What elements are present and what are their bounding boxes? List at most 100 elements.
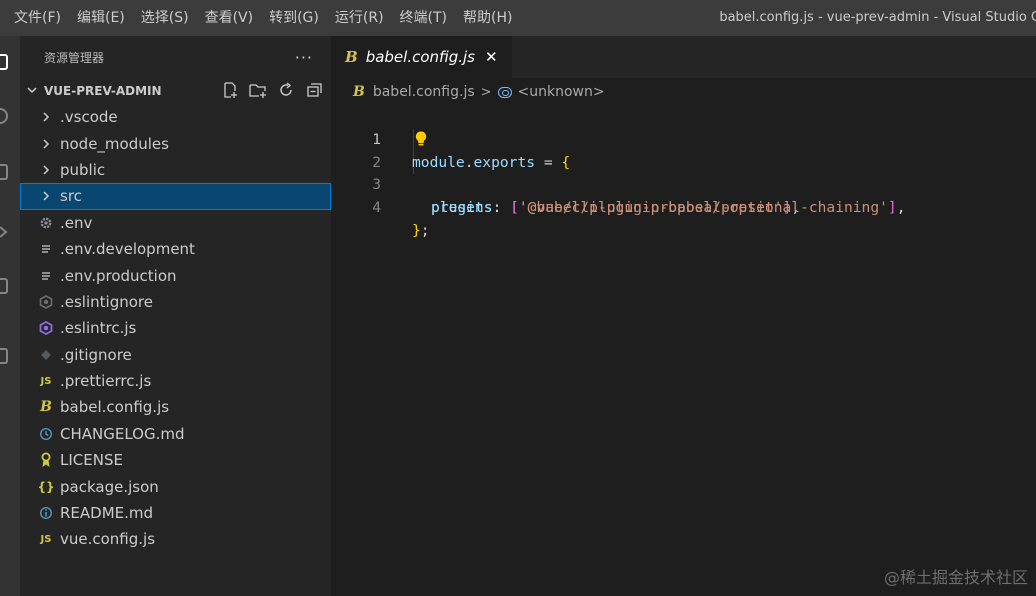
chevron-down-icon bbox=[24, 84, 40, 99]
tree-item-node-modules[interactable]: node_modules bbox=[20, 130, 331, 156]
menu-bar: 文件(F) 编辑(E) 选择(S) 查看(V) 转到(G) 运行(R) 终端(T… bbox=[0, 0, 1036, 36]
babel-icon: B bbox=[40, 399, 52, 416]
info-icon bbox=[38, 505, 54, 521]
license-icon bbox=[38, 452, 54, 468]
project-name: VUE-PREV-ADMIN bbox=[44, 84, 162, 98]
breadcrumb: B babel.config.js > <unknown> bbox=[331, 78, 1036, 106]
tree-item-readme[interactable]: README.md bbox=[20, 500, 331, 526]
token-property: plugins bbox=[431, 199, 493, 217]
breadcrumb-file[interactable]: babel.config.js bbox=[373, 84, 475, 100]
token-punctuation: : bbox=[492, 199, 511, 217]
tree-item-public[interactable]: public bbox=[20, 157, 331, 183]
tree-item-label: .eslintignore bbox=[60, 292, 153, 311]
token-bracket: ] bbox=[887, 199, 897, 217]
activity-bar bbox=[0, 36, 20, 596]
lines-icon bbox=[38, 241, 54, 257]
gear-icon bbox=[38, 215, 54, 231]
menu-view[interactable]: 查看(V) bbox=[197, 0, 262, 36]
refresh-icon[interactable] bbox=[277, 81, 295, 99]
tree-item-package-json[interactable]: {} package.json bbox=[20, 473, 331, 499]
code-line-1: 1 module.exports = { bbox=[331, 106, 1036, 171]
babel-icon: B bbox=[353, 84, 365, 100]
tree-item-label: LICENSE bbox=[60, 451, 123, 470]
tree-item-gitignore[interactable]: .gitignore bbox=[20, 342, 331, 368]
menu-go[interactable]: 转到(G) bbox=[261, 0, 327, 36]
breadcrumb-symbol[interactable]: <unknown> bbox=[518, 84, 605, 100]
editor-area: B babel.config.js ✕ B babel.config.js > … bbox=[331, 36, 1036, 596]
tab-label: babel.config.js bbox=[365, 48, 475, 66]
tab-babel-config[interactable]: B babel.config.js ✕ bbox=[331, 36, 512, 78]
tree-item-vue-config[interactable]: JS vue.config.js bbox=[20, 526, 331, 552]
token-bracket: [ bbox=[510, 199, 519, 217]
token-punctuation: , bbox=[896, 199, 906, 217]
watermark: @稀土掘金技术社区 bbox=[883, 568, 1028, 587]
extensions-icon[interactable] bbox=[0, 278, 8, 294]
tab-bar: B babel.config.js ✕ bbox=[331, 36, 1036, 78]
tree-item-label: package.json bbox=[60, 477, 159, 496]
tree-item-label: node_modules bbox=[60, 134, 169, 153]
window-title: babel.config.js - vue-prev-admin - Visua… bbox=[719, 10, 1036, 25]
code-editor[interactable]: 1 module.exports = { 2 presets: ['@vue/c… bbox=[331, 106, 1036, 239]
lines-icon bbox=[38, 268, 54, 284]
line-content: plugins: ['@babel/plugin-proposal-option… bbox=[431, 197, 906, 220]
code-line-2: 2 presets: ['@vue/cli-plugin-babel/prese… bbox=[331, 129, 1036, 216]
tree-item-label: .env.development bbox=[60, 240, 195, 259]
tree-item-src[interactable]: src bbox=[20, 183, 331, 210]
tree-item-label: CHANGELOG.md bbox=[60, 424, 185, 443]
symbol-object-icon bbox=[497, 86, 512, 98]
token-string: '@babel/plugin-proposal-optional-chainin… bbox=[518, 199, 888, 217]
more-actions-icon[interactable]: ··· bbox=[295, 48, 313, 67]
tree-item-env[interactable]: .env bbox=[20, 210, 331, 236]
js-icon: JS bbox=[40, 375, 52, 387]
file-tree: .vscode node_modules public src .env .en… bbox=[20, 104, 331, 553]
new-folder-icon[interactable] bbox=[249, 81, 267, 99]
project-header[interactable]: VUE-PREV-ADMIN bbox=[20, 78, 331, 104]
menu-terminal[interactable]: 终端(T) bbox=[392, 0, 455, 36]
tree-item-vscode[interactable]: .vscode bbox=[20, 104, 331, 130]
sidebar-header: 资源管理器 ··· bbox=[20, 36, 331, 78]
token-bracket: } bbox=[412, 221, 421, 239]
chevron-right-icon bbox=[38, 162, 54, 178]
tree-item-env-development[interactable]: .env.development bbox=[20, 236, 331, 262]
search-icon[interactable] bbox=[0, 108, 8, 124]
tree-item-eslintignore[interactable]: .eslintignore bbox=[20, 289, 331, 315]
tree-item-changelog[interactable]: CHANGELOG.md bbox=[20, 421, 331, 447]
tree-item-label: babel.config.js bbox=[60, 398, 170, 417]
collapse-all-icon[interactable] bbox=[305, 81, 323, 99]
menu-run[interactable]: 运行(R) bbox=[327, 0, 392, 36]
eslint-gray-icon bbox=[38, 294, 54, 310]
chevron-right-icon bbox=[38, 136, 54, 152]
tree-item-label: .env bbox=[60, 213, 93, 232]
source-control-icon[interactable] bbox=[0, 164, 8, 180]
tree-item-label: .gitignore bbox=[60, 345, 132, 364]
tree-item-label: vue.config.js bbox=[60, 530, 156, 549]
new-file-icon[interactable] bbox=[221, 81, 239, 99]
remote-icon[interactable] bbox=[0, 348, 8, 364]
explorer-sidebar: 资源管理器 ··· VUE-PREV-ADMIN .vscode node_mo… bbox=[20, 36, 331, 596]
chevron-right-icon bbox=[38, 109, 54, 125]
menu-selection[interactable]: 选择(S) bbox=[133, 0, 197, 36]
tree-item-env-production[interactable]: .env.production bbox=[20, 262, 331, 288]
tree-item-label: .prettierrc.js bbox=[60, 372, 152, 391]
js-icon: JS bbox=[40, 533, 52, 545]
menu-help[interactable]: 帮助(H) bbox=[455, 0, 520, 36]
babel-icon: B bbox=[345, 48, 358, 66]
run-debug-icon[interactable] bbox=[0, 224, 8, 240]
code-line-3: 3 plugins: ['@babel/plugin-proposal-opti… bbox=[331, 152, 1036, 216]
eslint-purple-icon bbox=[38, 320, 54, 336]
tree-item-label: README.md bbox=[60, 504, 154, 523]
breadcrumb-separator: > bbox=[480, 84, 492, 100]
tree-item-prettierrc[interactable]: JS .prettierrc.js bbox=[20, 368, 331, 394]
explorer-icon[interactable] bbox=[0, 54, 8, 70]
menu-edit[interactable]: 编辑(E) bbox=[69, 0, 133, 36]
clock-icon bbox=[38, 426, 54, 442]
menu-file[interactable]: 文件(F) bbox=[6, 0, 69, 36]
tree-item-babel-config[interactable]: B babel.config.js bbox=[20, 394, 331, 420]
tree-item-label: public bbox=[60, 160, 106, 179]
code-line-4: 4 }; bbox=[331, 174, 1036, 239]
close-icon[interactable]: ✕ bbox=[485, 48, 498, 66]
tree-item-license[interactable]: LICENSE bbox=[20, 447, 331, 473]
lightbulb-icon[interactable] bbox=[414, 130, 430, 150]
chevron-right-icon bbox=[38, 188, 54, 204]
tree-item-eslintrc[interactable]: .eslintrc.js bbox=[20, 315, 331, 341]
